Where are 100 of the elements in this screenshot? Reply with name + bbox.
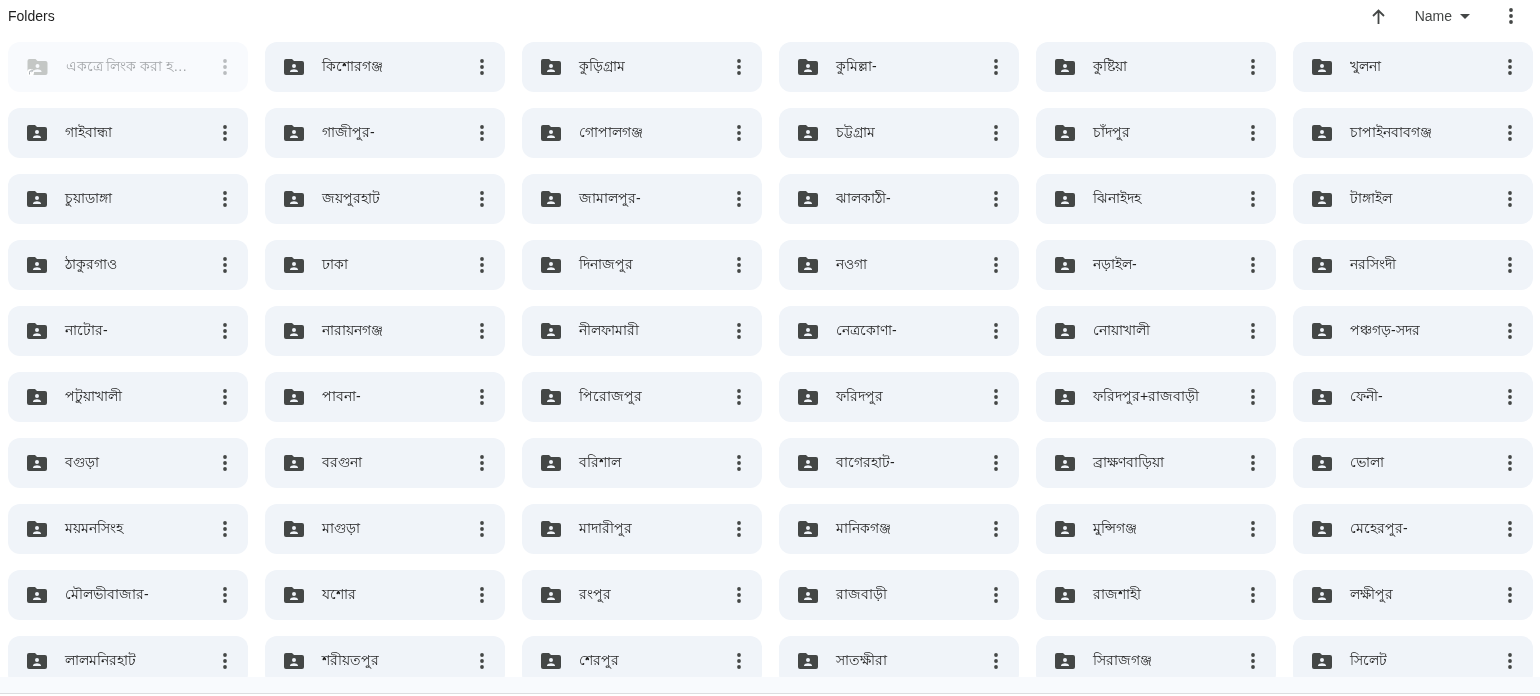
- more-vert-icon: [994, 521, 998, 537]
- folder-person-icon: [798, 323, 818, 339]
- folder-card[interactable]: নেত্রকোণা-: [779, 306, 1019, 356]
- folder-card[interactable]: ফরিদপুর+রাজবাড়ী: [1036, 372, 1276, 422]
- folder-card[interactable]: যশোর: [265, 570, 505, 620]
- more-vert-icon: [1508, 257, 1512, 273]
- folder-person-icon: [1312, 125, 1332, 141]
- more-vert-icon: [994, 389, 998, 405]
- folder-person-icon: [284, 521, 304, 537]
- more-vert-icon: [737, 323, 741, 339]
- folder-card[interactable]: ফেনী-: [1293, 372, 1533, 422]
- folder-card[interactable]: নাটোর-: [8, 306, 248, 356]
- folder-card[interactable]: মাদারীপুর: [522, 504, 762, 554]
- folder-card[interactable]: সাতক্ষীরা: [779, 636, 1019, 677]
- folder-card[interactable]: মুন্সিগঞ্জ: [1036, 504, 1276, 554]
- more-vert-icon: [737, 59, 741, 75]
- more-vert-icon: [994, 323, 998, 339]
- folder-person-icon: [541, 587, 561, 603]
- more-vert-icon: [1508, 191, 1512, 207]
- more-vert-icon: [994, 59, 998, 75]
- folder-person-icon: [1312, 587, 1332, 603]
- folder-card[interactable]: পিরোজপুর: [522, 372, 762, 422]
- folder-card[interactable]: চুয়াডাঙ্গা: [8, 174, 248, 224]
- folder-person-icon: [27, 191, 47, 207]
- more-vert-icon: [737, 257, 741, 273]
- folder-card[interactable]: দিনাজপুর: [522, 240, 762, 290]
- folder-card[interactable]: ঢাকা: [265, 240, 505, 290]
- more-vert-icon: [1251, 257, 1255, 273]
- folder-person-icon: [541, 257, 561, 273]
- folder-card[interactable]: চাঁদপুর: [1036, 108, 1276, 158]
- more-vert-icon: [1251, 191, 1255, 207]
- folder-card[interactable]: নীলফামারী: [522, 306, 762, 356]
- folder-card[interactable]: বরিশাল: [522, 438, 762, 488]
- more-vert-icon: [1508, 59, 1512, 75]
- folder-person-icon: [798, 521, 818, 537]
- folder-card[interactable]: ঝিনাইদহ: [1036, 174, 1276, 224]
- folder-card[interactable]: জামালপুর-: [522, 174, 762, 224]
- folder-card[interactable]: নরসিংদী: [1293, 240, 1533, 290]
- folder-card[interactable]: ময়মনসিংহ: [8, 504, 248, 554]
- folder-card[interactable]: রাজবাড়ী: [779, 570, 1019, 620]
- folder-person-icon: [798, 455, 818, 471]
- folder-card[interactable]: মেহেরপুর-: [1293, 504, 1533, 554]
- folder-card[interactable]: গাইবান্ধা: [8, 108, 248, 158]
- folder-card[interactable]: কুড়িগ্রাম: [522, 42, 762, 92]
- folder-card[interactable]: নওগা: [779, 240, 1019, 290]
- folder-card[interactable]: ব্রাক্ষণবাড়িয়া: [1036, 438, 1276, 488]
- folder-card[interactable]: নোয়াখালী: [1036, 306, 1276, 356]
- folder-card[interactable]: কিশোরগঞ্জ: [265, 42, 505, 92]
- more-vert-icon: [223, 653, 227, 669]
- more-vert-icon: [223, 125, 227, 141]
- folder-card[interactable]: খুলনা: [1293, 42, 1533, 92]
- more-vert-icon: [1251, 125, 1255, 141]
- folder-person-icon: [798, 125, 818, 141]
- more-vert-icon: [480, 455, 484, 471]
- folder-card[interactable]: পঞ্চগড়-সদর: [1293, 306, 1533, 356]
- folder-person-icon: [284, 653, 304, 669]
- folder-card[interactable]: বরগুনা: [265, 438, 505, 488]
- folder-card[interactable]: ফরিদপুর: [779, 372, 1019, 422]
- folder-card[interactable]: মৌলভীবাজার-: [8, 570, 248, 620]
- more-vert-icon: [223, 455, 227, 471]
- folder-card[interactable]: জয়পুরহাট: [265, 174, 505, 224]
- folder-card[interactable]: বগুড়া: [8, 438, 248, 488]
- folder-card[interactable]: গাজীপুর-: [265, 108, 505, 158]
- more-vert-icon: [223, 389, 227, 405]
- folder-person-icon: [1055, 521, 1075, 537]
- more-vert-icon: [1251, 323, 1255, 339]
- folder-card[interactable]: পটুয়াখালী: [8, 372, 248, 422]
- folder-person-icon: [27, 521, 47, 537]
- folder-card[interactable]: সিলেট: [1293, 636, 1533, 677]
- folder-person-icon: [1055, 191, 1075, 207]
- folder-card[interactable]: পাবনা-: [265, 372, 505, 422]
- folder-card[interactable]: লালমনিরহাট: [8, 636, 248, 677]
- folder-card[interactable]: রংপুর: [522, 570, 762, 620]
- folder-person-icon: [1055, 257, 1075, 273]
- folder-card[interactable]: শরীয়তপুর: [265, 636, 505, 677]
- folder-card[interactable]: গোপালগঞ্জ: [522, 108, 762, 158]
- folder-card[interactable]: শেরপুর: [522, 636, 762, 677]
- folder-card[interactable]: টাঙ্গাইল: [1293, 174, 1533, 224]
- folder-card[interactable]: নড়াইল-: [1036, 240, 1276, 290]
- folder-card[interactable]: চট্টগ্রাম: [779, 108, 1019, 158]
- folder-card[interactable]: মাগুড়া: [265, 504, 505, 554]
- folder-person-icon: [541, 191, 561, 207]
- folder-card[interactable]: ঠাকুরগাও: [8, 240, 248, 290]
- folder-card[interactable]: ভোলা: [1293, 438, 1533, 488]
- folder-card[interactable]: সিরাজগঞ্জ: [1036, 636, 1276, 677]
- folder-card[interactable]: বাগেরহাট-: [779, 438, 1019, 488]
- folder-card[interactable]: রাজশাহী: [1036, 570, 1276, 620]
- more-vert-icon: [1508, 125, 1512, 141]
- folder-card[interactable]: নারায়নগঞ্জ: [265, 306, 505, 356]
- folder-card[interactable]: কুমিল্লা-: [779, 42, 1019, 92]
- folder-person-icon: [27, 587, 47, 603]
- folder-card[interactable]: লক্ষীপুর: [1293, 570, 1533, 620]
- folder-person-icon: [27, 125, 47, 141]
- folder-card[interactable]: কুষ্টিয়া: [1036, 42, 1276, 92]
- folder-card[interactable]: মানিকগঞ্জ: [779, 504, 1019, 554]
- folder-card[interactable]: চাপাইনবাবগঞ্জ: [1293, 108, 1533, 158]
- folder-shortcut-icon: [27, 58, 48, 76]
- folder-card[interactable]: ঝালকাঠী-: [779, 174, 1019, 224]
- sort-button[interactable]: Name: [1406, 4, 1478, 28]
- more-vert-icon: [1251, 653, 1255, 669]
